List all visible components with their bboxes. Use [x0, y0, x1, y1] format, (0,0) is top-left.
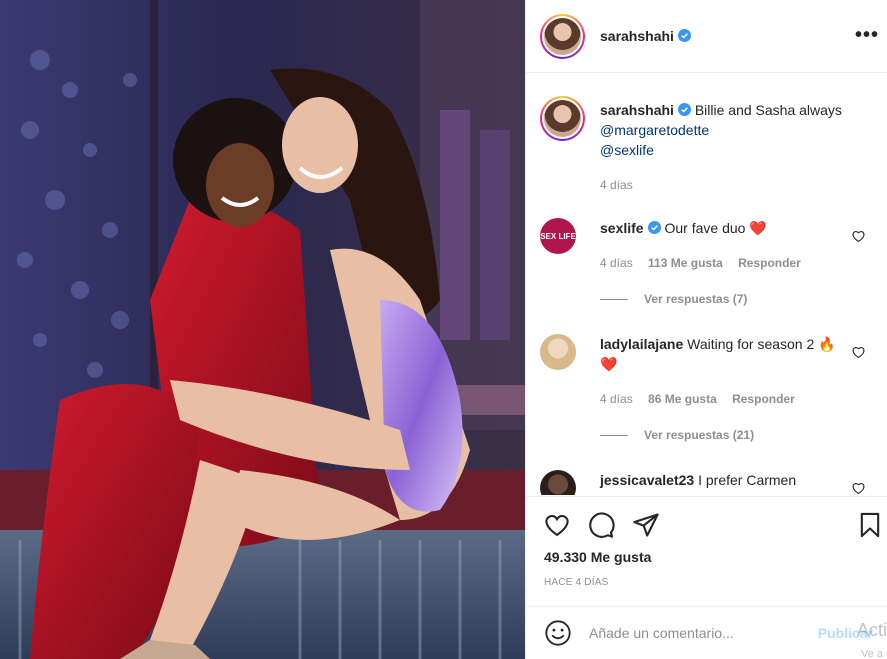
mention-link[interactable]: @sexlife [600, 140, 847, 160]
activation-watermark-sub: Ve a [860, 648, 883, 659]
comment-input[interactable]: Añade un comentario... [589, 625, 734, 641]
post-photo[interactable] [0, 0, 525, 659]
more-dots-icon[interactable]: ••• [855, 24, 879, 47]
comment-text: I prefer Carmen [698, 472, 797, 488]
comment-username[interactable]: sexlife [600, 220, 644, 236]
commenter-avatar[interactable] [540, 334, 576, 370]
comments-list[interactable]: sarahshahi Billie and Sasha always @marg… [526, 74, 887, 495]
activation-watermark: Acti [856, 620, 887, 640]
reply-button[interactable]: Responder [738, 256, 801, 270]
view-replies-label: Ver respuestas (21) [644, 428, 755, 442]
caption-meta: 4 días [600, 178, 645, 192]
post-panel: sarahshahi ••• sarahshahi Billie and Sas… [525, 0, 887, 659]
author-username[interactable]: sarahshahi [600, 28, 691, 44]
caption-time[interactable]: 4 días [600, 178, 633, 192]
view-replies-label: Ver respuestas (7) [644, 292, 748, 306]
comment-icon[interactable] [587, 511, 615, 539]
comment-likes[interactable]: 113 Me gusta [648, 256, 723, 270]
bookmark-icon[interactable] [856, 511, 884, 539]
comment-time[interactable]: 4 días [600, 256, 633, 270]
commenter-avatar[interactable]: SEX LIFE [540, 218, 576, 254]
author-avatar[interactable] [540, 13, 585, 59]
heart-icon[interactable] [543, 511, 571, 539]
post-date[interactable]: HACE 4 DÍAS [544, 577, 608, 588]
verified-badge-icon [677, 29, 691, 42]
caption-username[interactable]: sarahshahi [600, 102, 674, 118]
send-icon[interactable] [632, 511, 660, 539]
mention-link[interactable]: @margaretodette [600, 120, 847, 140]
comment-username[interactable]: jessicavalet23 [600, 472, 694, 488]
caption-avatar[interactable] [540, 96, 585, 141]
comment-body: sexlife Our fave duo ❤️ [600, 218, 847, 238]
comment-likes[interactable]: 86 Me gusta [648, 392, 717, 406]
comment-composer: Añade un comentario... Publicar [526, 606, 887, 659]
caption-body: sarahshahi Billie and Sasha always @marg… [600, 100, 847, 160]
commenter-avatar[interactable] [540, 470, 576, 495]
comment-text: Our fave duo ❤️ [664, 220, 767, 236]
heart-icon[interactable] [852, 230, 865, 243]
reply-button[interactable]: Responder [732, 392, 795, 406]
comment-username[interactable]: ladylailajane [600, 336, 683, 352]
heart-icon[interactable] [852, 346, 865, 359]
comment-body: jessicavalet23 I prefer Carmen [600, 470, 847, 490]
post-actions: 49.330 Me gusta HACE 4 DÍAS [526, 496, 887, 606]
verified-badge-icon [677, 103, 691, 116]
likes-count[interactable]: 49.330 Me gusta [544, 549, 651, 565]
photo-illustration [0, 0, 525, 659]
comment-meta: 4 días 86 Me gusta Responder [600, 392, 807, 406]
view-replies-button[interactable]: Ver respuestas (21) [600, 428, 754, 442]
comment-meta: 4 días 113 Me gusta Responder [600, 256, 813, 270]
comment-time[interactable]: 4 días [600, 392, 633, 406]
post-header: sarahshahi ••• [526, 0, 887, 73]
caption-text: Billie and Sasha always [694, 102, 842, 118]
heart-icon[interactable] [852, 482, 865, 495]
emoji-icon[interactable] [544, 619, 572, 647]
verified-badge-icon [647, 221, 661, 234]
view-replies-button[interactable]: Ver respuestas (7) [600, 292, 747, 306]
comment-body: ladylailajane Waiting for season 2 🔥❤️ [600, 334, 847, 374]
